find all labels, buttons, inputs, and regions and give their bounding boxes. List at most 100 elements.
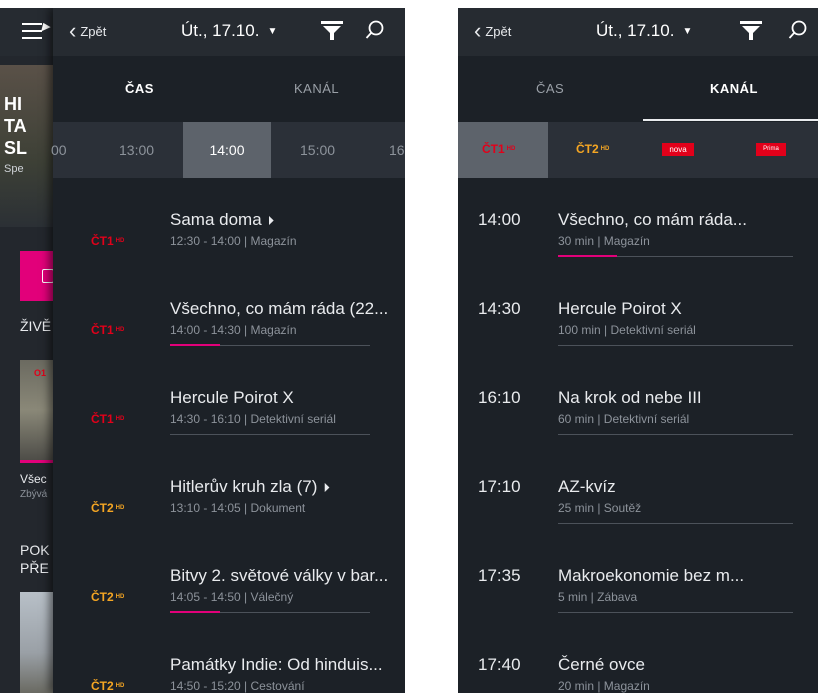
ct2-logo-icon: ČT2 HD [91,590,124,604]
channel-nova[interactable]: nova [638,122,728,178]
timeline-item[interactable]: 00 [51,142,67,158]
tab-time[interactable]: ČAS [536,81,564,96]
back-button[interactable]: ‹ Zpět [69,18,107,43]
channel-ct1[interactable]: ČT1 HD [458,122,548,178]
timeline-item[interactable]: 16 [389,142,405,158]
program-row[interactable]: ČT2 HD Hitlerův kruh zla (7) ⏵ 13:10 - 14:05… [53,445,405,534]
program-title-text: Hercule Poirot X [170,388,294,407]
channel-name: Prima [763,146,779,152]
program-time: 17:10 [478,477,521,496]
restart-icon[interactable]: ⏵ [323,480,330,495]
program-time: 16:10 [478,388,521,407]
channel-name: ČT1 [91,412,114,426]
program-subtitle: 60 min | Detektivní seriál [558,412,690,426]
program-subtitle: 14:50 - 15:20 | Cestování [170,679,305,693]
date-selector[interactable]: Út., 17.10. ▼ [181,21,277,41]
hero-subtitle: Spe [4,163,24,175]
back-label: Zpět [80,23,107,39]
nova-logo-icon: nova [662,143,694,156]
program-row[interactable]: 17:10 AZ-kvíz 25 min | Soutěž [458,445,818,534]
menu-icon[interactable]: ▶ [22,21,50,41]
progress-bar [170,344,220,346]
program-title-text: Hitlerův kruh zla (7) [170,477,318,496]
timeline-selected[interactable]: 14:00 [183,122,271,178]
program-title: Všechno, co mám ráda (22... [170,299,388,319]
prima-logo-icon: Prima [756,143,786,156]
program-row[interactable]: ČT2 HD Bitvy 2. světové války v bar... 14:0… [53,534,405,623]
ct2-logo-icon: ČT2 HD [576,142,609,156]
channel-name: ČT1 [91,323,114,337]
progress-track [558,345,793,346]
program-title: AZ-kvíz [558,477,616,496]
search-icon[interactable] [788,20,808,40]
tab-channel[interactable]: KANÁL [294,81,339,96]
program-row[interactable]: 16:10 Na krok od nebe III 60 min | Detekti… [458,356,818,445]
top-bar: ‹ Zpět Út., 17.10. ▼ [53,8,405,56]
program-time: 17:35 [478,566,521,585]
hd-badge: HD [115,238,125,244]
channel-ct2[interactable]: ČT2 HD [548,122,638,178]
program-subtitle: 14:05 - 14:50 | Válečný [170,590,294,604]
filter-icon[interactable] [740,21,762,41]
ct1-logo-icon: ČT1 HD [91,234,124,248]
progress-bar [170,611,220,613]
restart-icon[interactable]: ⏵ [268,213,275,228]
caret-down-icon: ▼ [267,25,278,37]
chevron-left-icon: ‹ [69,18,77,43]
program-title: Hitlerův kruh zla (7) ⏵ [170,477,330,497]
program-row[interactable]: ČT2 HD Památky Indie: Od hinduis... 14:50 -… [53,623,405,693]
hd-badge: HD [506,146,516,152]
program-row[interactable]: ČT1 HD Všechno, co mám ráda (22... 14:00 - … [53,267,405,356]
program-row[interactable]: ČT1 HD Sama doma ⏵ 12:30 - 14:00 | Magazín [53,178,405,267]
background-app: ▶ HI TA SL Spe ŽIVĚ O1 Všec Zbývá POK PŘ… [0,8,60,693]
program-row[interactable]: 17:35 Makroekonomie bez m... 5 min | Zábav… [458,534,818,623]
tab-bar: ČAS KANÁL [458,56,818,122]
program-title: Všechno, co mám ráda... [558,210,747,229]
program-title: Hercule Poirot X [170,388,294,408]
program-title: Bitvy 2. světové války v bar... [170,566,388,586]
date-label: Út., 17.10. [596,21,675,40]
live-item-subtitle: Zbývá [20,489,48,500]
program-subtitle: 20 min | Magazín [558,679,650,693]
search-icon[interactable] [365,20,385,40]
tab-time[interactable]: ČAS [125,81,154,96]
hd-badge: HD [115,327,125,333]
tab-bar: ČAS KANÁL [53,56,405,122]
program-row[interactable]: ČT1 HD Hercule Poirot X 14:30 - 16:10 | Det… [53,356,405,445]
program-row[interactable]: 14:00 Všechno, co mám ráda... 30 min | Mag… [458,178,818,267]
timeline-selected-label: 14:00 [209,142,245,158]
ct2-logo-icon: ČT2 HD [91,679,124,693]
program-row[interactable]: 14:30 Hercule Poirot X 100 min | Detektivn… [458,267,818,356]
program-time: 14:00 [478,210,521,229]
channel-strip[interactable]: ČT1 HD ČT2 HD nova Prima [458,122,818,178]
timeline-item[interactable]: 15:00 [300,142,335,158]
program-subtitle: 30 min | Magazín [558,234,650,248]
program-title: Na krok od nebe III [558,388,702,407]
program-subtitle: 14:30 - 16:10 | Detektivní seriál [170,412,336,426]
caret-down-icon: ▼ [682,25,693,37]
program-title-text: Sama doma [170,210,262,229]
thumbnail-channel-logo: O1 [34,368,47,378]
channel-name: ČT1 [91,234,114,248]
tab-channel[interactable]: KANÁL [710,81,758,96]
program-row[interactable]: 17:40 Černé ovce 20 min | Magazín [458,623,818,693]
timeline-item[interactable]: 13:00 [119,142,154,158]
date-selector[interactable]: Út., 17.10. ▼ [596,21,692,41]
back-button[interactable]: ‹ Zpět [474,20,511,42]
filter-icon[interactable] [321,21,343,41]
channel-prima[interactable]: Prima [728,122,818,178]
program-title: Sama doma ⏵ [170,210,274,230]
timeline-strip[interactable]: 14:00 00 13:00 15:00 16 [51,122,405,178]
program-time: 14:30 [478,299,521,318]
program-subtitle: 14:00 - 14:30 | Magazín [170,323,297,337]
channel-name: ČT1 [482,142,505,156]
hd-badge: HD [600,146,610,152]
hero-title: HI TA SL [4,94,28,158]
channel-name: ČT2 [91,590,114,604]
channel-name: ČT2 [91,679,114,693]
top-bar: ‹ Zpět Út., 17.10. ▼ [458,8,818,56]
hd-badge: HD [115,505,125,511]
tab-underline [643,119,818,121]
ct1-logo-icon: ČT1 HD [482,142,515,156]
channel-name: ČT2 [91,501,114,515]
